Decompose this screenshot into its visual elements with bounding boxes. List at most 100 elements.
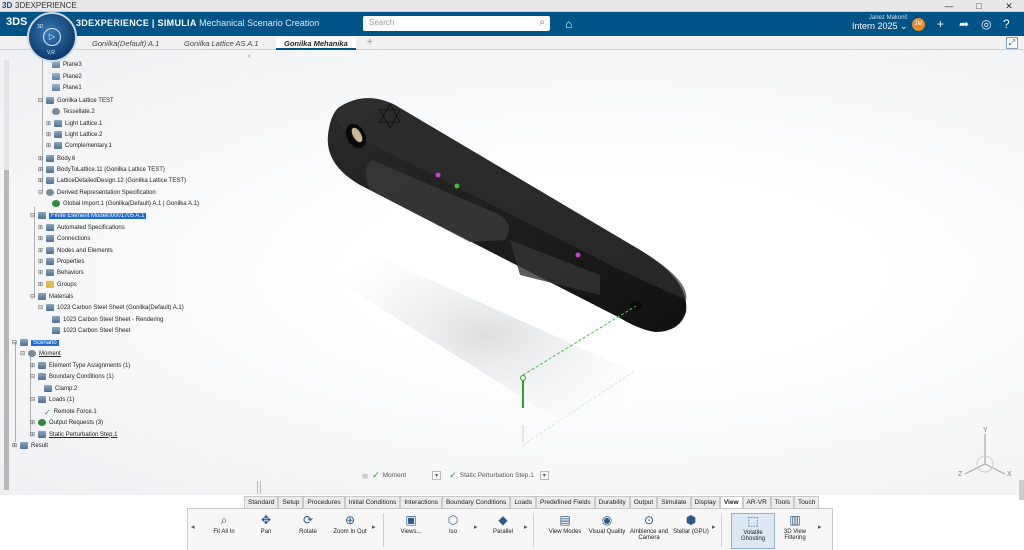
tab-standard[interactable]: Standard (244, 496, 279, 508)
tree-item[interactable]: 1023 Carbon Steel Sheet (52, 325, 130, 336)
tree-item[interactable]: ⊞ Output Requests (3) (30, 417, 103, 428)
chevron-left-icon[interactable]: ◂ (191, 523, 195, 531)
chevron-down-icon[interactable]: ▾ (539, 471, 549, 480)
tree-item[interactable]: ⊞ Element Type Assignments (1) (30, 360, 130, 371)
tab-view[interactable]: View (719, 496, 743, 508)
compass-widget[interactable]: 3D ▷ V,R (27, 12, 77, 62)
tab-predefined-fields[interactable]: Predefined Fields (536, 496, 595, 508)
tab-initial-conditions[interactable]: Initial Conditions (344, 496, 401, 508)
tree-item[interactable]: ⊟ 1023 Carbon Steel Sheet (Gonilka(Defaul… (38, 302, 184, 313)
iso-button[interactable]: ⬡ Iso (431, 513, 475, 549)
3d-view-filtering-button[interactable]: ▥ 3D View Filtering (773, 513, 817, 549)
chevron-right-icon[interactable]: ▸ (372, 523, 376, 531)
add-icon[interactable]: + (937, 17, 944, 31)
add-tab-button[interactable]: + (367, 37, 373, 48)
node-marker-2[interactable] (454, 183, 460, 189)
tree-item[interactable]: ⊟ Boundary Conditions (1) (30, 371, 114, 382)
tab-interactions[interactable]: Interactions (400, 496, 442, 508)
user-info[interactable]: Janez Makorič Intern 2025 ⌄ (852, 15, 908, 32)
chevron-down-icon[interactable]: ▾ (432, 471, 442, 480)
tree-item[interactable]: ✓ Remote Force.1 (44, 406, 97, 417)
rotate-button[interactable]: ⟳ Rotate (286, 513, 330, 549)
tab-gonilka-lattice[interactable]: Gonilka Lattice AS A.1 (176, 37, 266, 50)
tab-loads[interactable]: Loads (510, 496, 537, 508)
tab-durability[interactable]: Durability (594, 496, 630, 508)
node-marker-3[interactable] (575, 252, 581, 258)
view-modes-button[interactable]: ▤ View Modes (543, 513, 587, 549)
tree-item[interactable]: Plane1 (52, 82, 82, 93)
tree-item-fem[interactable]: ⊟ Finite Element Model00001705 A.1 (30, 210, 147, 221)
tab-display[interactable]: Display (690, 496, 720, 508)
fullscreen-icon[interactable]: ⤢ (1006, 37, 1018, 49)
tab-simulate[interactable]: Simulate (657, 496, 691, 508)
tree-item[interactable]: ⊞ Result (12, 440, 48, 451)
tree-item[interactable]: ⊞ Body.6 (38, 153, 75, 164)
tree-item[interactable]: ⊞ Complementary.1 (46, 140, 112, 151)
tree-item-scenario[interactable]: ⊟ Scenario (12, 337, 59, 348)
apps-icon[interactable]: ◎ (981, 17, 991, 31)
stellar-gpu-button[interactable]: ⬢ Stellar (GPU) (669, 513, 713, 549)
volatile-ghosting-button[interactable]: ⬚ Volatile Ghosting (731, 513, 775, 549)
iso-icon: ⬡ (447, 513, 459, 527)
share-icon[interactable]: ➦ (959, 17, 969, 31)
play-icon[interactable]: ▷ (43, 28, 61, 46)
visual-quality-button[interactable]: ◉ Visual Quality (585, 513, 629, 549)
close-button[interactable]: ✕ (994, 0, 1024, 12)
minimize-button[interactable]: — (934, 0, 964, 12)
node-marker-1[interactable] (435, 172, 441, 178)
tree-item[interactable]: ⊟ Gonilka Lattice TEST (38, 95, 114, 106)
parallel-button[interactable]: ◆ Parallel (481, 513, 525, 549)
tab-gonilka-default[interactable]: Gonilka(Default) A.1 (84, 37, 167, 50)
views-button[interactable]: ▣ Views... (389, 513, 433, 549)
step-selector[interactable]: ✓ Static Perturbation Step.1 ▾ (449, 470, 549, 481)
tab-tools[interactable]: Tools (770, 496, 794, 508)
chevron-right-icon[interactable]: ▸ (524, 523, 528, 531)
tree-item[interactable]: ⊞ Groups (38, 279, 77, 290)
help-icon[interactable]: ? (1003, 17, 1010, 31)
ribbon-grip[interactable] (257, 481, 261, 494)
chevron-right-icon[interactable]: ▸ (712, 523, 716, 531)
tab-gonilka-mehanika[interactable]: Gonilka Mehanika (276, 37, 356, 50)
right-scrollbar[interactable] (1019, 480, 1024, 500)
tree-item[interactable]: Global Import.1 (Gonilka(Default) A.1 | … (52, 198, 199, 209)
ambience-camera-button[interactable]: ⊙ Ambience and Camera (627, 513, 671, 549)
tree-item[interactable]: ⊟ Moment (20, 348, 61, 359)
tree-item[interactable]: ⊟ Derived Representation Specification (38, 187, 156, 198)
tree-item[interactable]: ⊞ Light Lattice.2 (46, 129, 102, 140)
maximize-button[interactable]: □ (964, 0, 994, 12)
tab-procedures[interactable]: Procedures (303, 496, 345, 508)
search-icon[interactable]: ⌕ (539, 17, 545, 28)
parallel-icon: ◆ (498, 513, 508, 527)
tab-boundary-conditions[interactable]: Boundary Conditions (441, 496, 511, 508)
tab-touch[interactable]: Touch (793, 496, 820, 508)
search-input[interactable]: Search ⌕ (363, 16, 550, 31)
tree-item[interactable]: ⊞ Static Perturbation Step.1 (30, 429, 117, 440)
tree-item[interactable]: ⊞ LatticeDetailedDesign.12 (Gonilka Latti… (38, 175, 186, 186)
tab-output[interactable]: Output (629, 496, 658, 508)
tree-item[interactable]: ⊞ Light Lattice.1 (46, 118, 102, 129)
tree-item[interactable]: ⊞ Connections (38, 233, 90, 244)
tree-item[interactable]: Clamp.2 (44, 383, 77, 394)
tree-item[interactable]: ⊞ Properties (38, 256, 84, 267)
pan-button[interactable]: ✥ Pan (244, 513, 288, 549)
tree-item[interactable]: 1023 Carbon Steel Sheet - Rendering (52, 314, 163, 325)
tree-item[interactable]: ⊟ Materials (30, 291, 73, 302)
tree-item[interactable]: ⊞ Nodes and Elements (38, 245, 113, 256)
tree-item[interactable]: Tessellate.2 (52, 106, 95, 117)
tab-ar-vr[interactable]: AR-VR (742, 496, 771, 508)
tag-icon[interactable]: ⌂ (565, 17, 572, 31)
role-selector[interactable]: Intern 2025 ⌄ (852, 21, 908, 32)
tree-item[interactable]: Plane2 (52, 71, 82, 82)
case-selector[interactable]: ▦ ✓ Moment ▾ (362, 470, 442, 481)
avatar[interactable]: JM (912, 18, 925, 31)
tab-setup[interactable]: Setup (278, 496, 304, 508)
fit-all-in-button[interactable]: ⌕ Fit All In (202, 513, 246, 549)
tree-item[interactable]: ⊟ Loads (1) (30, 394, 74, 405)
chevron-right-icon[interactable]: ▸ (818, 523, 822, 531)
tree-item[interactable]: ⊞ BodyToLattice.11 (Gonilka Lattice TEST) (38, 164, 165, 175)
tree-item[interactable]: ⊞ Automated Specifications (38, 222, 125, 233)
chevron-right-icon[interactable]: ▸ (474, 523, 478, 531)
tree-item[interactable]: ⊞ Behaviors (38, 267, 84, 278)
zoom-button[interactable]: ⊕ Zoom In Out (328, 513, 372, 549)
axis-triad[interactable]: Y Z X (955, 424, 1015, 484)
